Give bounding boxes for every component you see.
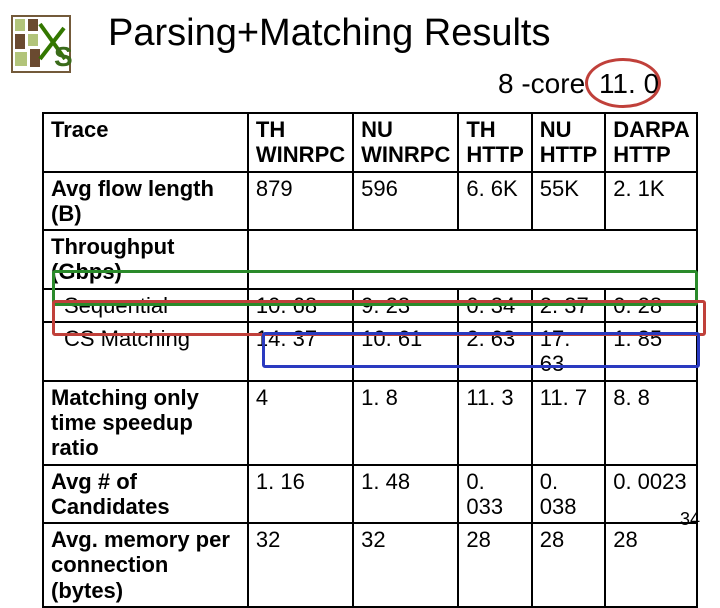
label-avgmem: Avg. memory per connection (bytes): [43, 523, 248, 607]
subtitle: 8 -core 11. 0: [498, 68, 659, 100]
row-avgflow: Avg flow length (B) 879 596 6. 6K 55K 2.…: [43, 172, 697, 231]
svg-text:S: S: [54, 41, 72, 72]
avgcand-c2: 1. 48: [353, 465, 458, 524]
avgmem-c5: 28: [605, 523, 697, 607]
csmatching-c4: 17. 63: [532, 322, 605, 381]
avgcand-c3: 0. 033: [458, 465, 531, 524]
row-speedup: Matching only time speedup ratio 4 1. 8 …: [43, 381, 697, 465]
csmatching-c3: 2. 63: [458, 322, 531, 381]
row-avgmem: Avg. memory per connection (bytes) 32 32…: [43, 523, 697, 607]
csmatching-c1: 14. 37: [248, 322, 353, 381]
speedup-c2: 1. 8: [353, 381, 458, 465]
header-trace: Trace: [43, 113, 248, 172]
speedup-c1: 4: [248, 381, 353, 465]
header-th-winrpc: TH WINRPC: [248, 113, 353, 172]
label-throughput: Throughput (Gbps): [43, 230, 248, 289]
row-csmatching: CS Matching 14. 37 10. 61 2. 63 17. 63 1…: [43, 322, 697, 381]
header-darpa-http: DARPA HTTP: [605, 113, 697, 172]
results-table: Trace TH WINRPC NU WINRPC TH HTTP NU HTT…: [42, 112, 698, 608]
avgmem-c2: 32: [353, 523, 458, 607]
row-avgcand: Avg # of Candidates 1. 16 1. 48 0. 033 0…: [43, 465, 697, 524]
subtitle-cores: 8 -core: [498, 68, 585, 99]
sequential-c2: 9. 23: [353, 289, 458, 322]
sequential-c1: 10. 68: [248, 289, 353, 322]
avgflow-c2: 596: [353, 172, 458, 231]
avgflow-c3: 6. 6K: [458, 172, 531, 231]
label-avgflow: Avg flow length (B): [43, 172, 248, 231]
csmatching-c2: 10. 61: [353, 322, 458, 381]
avgflow-c5: 2. 1K: [605, 172, 697, 231]
speedup-c5: 8. 8: [605, 381, 697, 465]
slide-title: Parsing+Matching Results: [108, 12, 551, 55]
speedup-c4: 11. 7: [532, 381, 605, 465]
header-nu-winrpc: NU WINRPC: [353, 113, 458, 172]
speedup-c3: 11. 3: [458, 381, 531, 465]
sequential-c5: 0. 28: [605, 289, 697, 322]
header-row: Trace TH WINRPC NU WINRPC TH HTTP NU HTT…: [43, 113, 697, 172]
avgflow-c4: 55K: [532, 172, 605, 231]
csmatching-c5: 1. 85: [605, 322, 697, 381]
avgcand-c1: 1. 16: [248, 465, 353, 524]
label-speedup: Matching only time speedup ratio: [43, 381, 248, 465]
row-throughput: Throughput (Gbps): [43, 230, 697, 289]
avgcand-c4: 0. 038: [532, 465, 605, 524]
avgflow-c1: 879: [248, 172, 353, 231]
logo-icon: S: [10, 14, 72, 74]
row-sequential: Sequential 10. 68 9. 23 0. 34 2. 37 0. 2…: [43, 289, 697, 322]
label-sequential: Sequential: [43, 289, 248, 322]
sequential-c4: 2. 37: [532, 289, 605, 322]
header-nu-http: NU HTTP: [532, 113, 605, 172]
label-csmatching: CS Matching: [43, 322, 248, 381]
header-th-http: TH HTTP: [458, 113, 531, 172]
label-avgcand: Avg # of Candidates: [43, 465, 248, 524]
avgmem-c3: 28: [458, 523, 531, 607]
throughput-empty: [248, 230, 697, 289]
sequential-c3: 0. 34: [458, 289, 531, 322]
slide-number: 34: [680, 509, 700, 530]
subtitle-value: 11. 0: [599, 68, 659, 99]
avgmem-c4: 28: [532, 523, 605, 607]
avgmem-c1: 32: [248, 523, 353, 607]
